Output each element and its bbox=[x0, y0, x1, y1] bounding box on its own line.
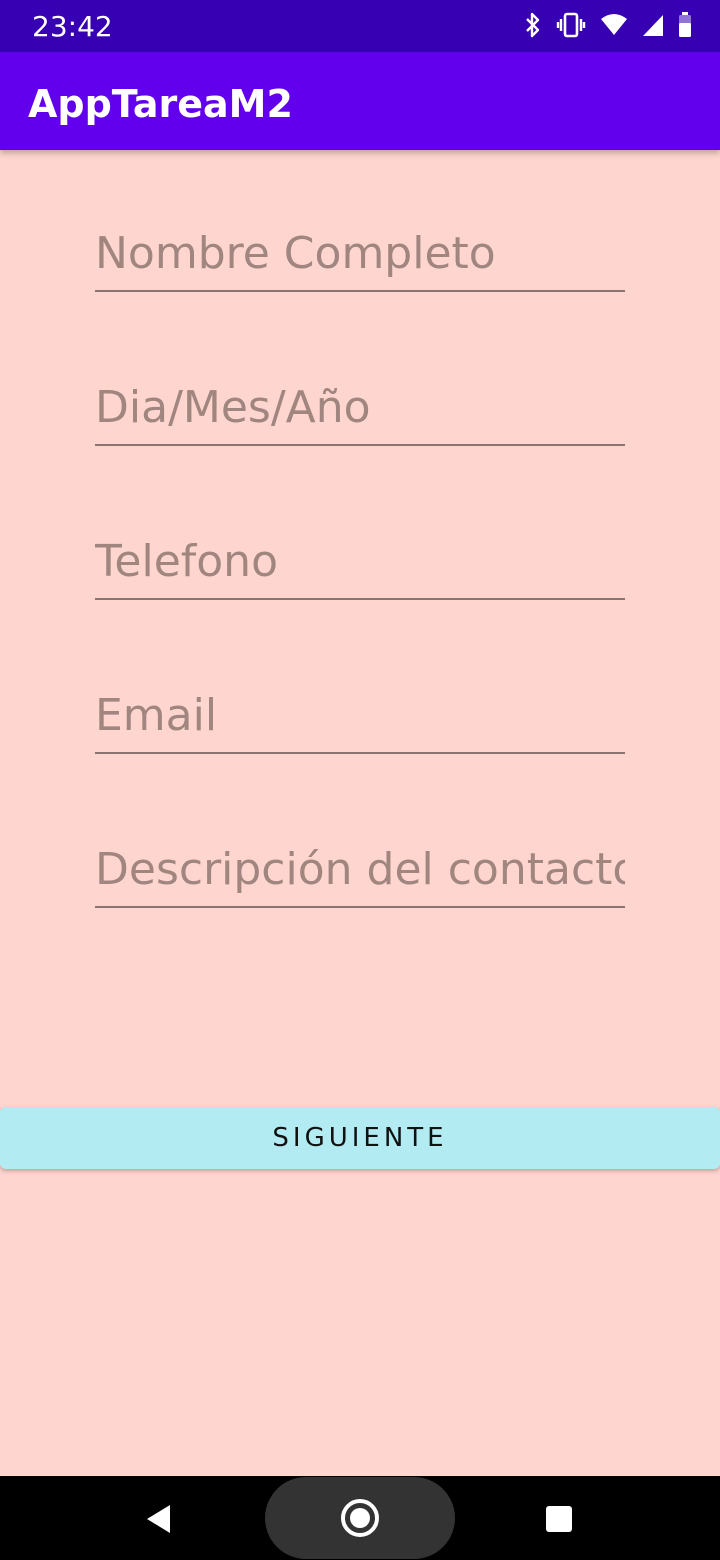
phone-field[interactable] bbox=[95, 530, 625, 600]
bluetooth-icon bbox=[524, 12, 542, 43]
status-time: 23:42 bbox=[32, 10, 113, 43]
home-icon bbox=[341, 1499, 379, 1537]
app-title: AppTareaM2 bbox=[28, 82, 293, 126]
navigation-bar bbox=[0, 1476, 720, 1560]
signal-icon bbox=[642, 13, 664, 42]
status-bar: 23:42 bbox=[0, 0, 720, 52]
status-icons bbox=[524, 11, 692, 43]
home-button[interactable] bbox=[265, 1477, 455, 1559]
email-field[interactable] bbox=[95, 684, 625, 754]
wifi-icon bbox=[600, 13, 628, 42]
description-field[interactable] bbox=[95, 838, 625, 908]
full-name-field[interactable] bbox=[95, 222, 625, 292]
recents-icon[interactable] bbox=[546, 1506, 572, 1532]
app-bar: AppTareaM2 bbox=[0, 52, 720, 150]
birthdate-field[interactable] bbox=[95, 376, 625, 446]
battery-icon bbox=[678, 11, 692, 43]
next-button[interactable]: SIGUIENTE bbox=[0, 1107, 720, 1169]
back-icon[interactable] bbox=[146, 1504, 172, 1539]
vibrate-icon bbox=[556, 12, 586, 43]
